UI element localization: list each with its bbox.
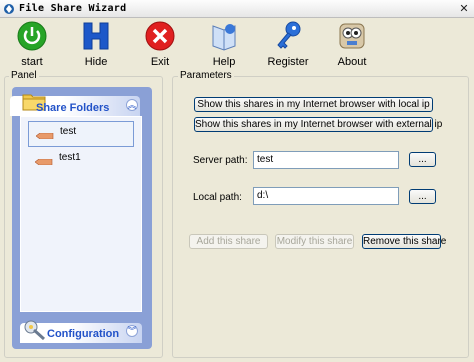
register-button[interactable]: Register: [260, 18, 316, 70]
exit-x-icon: [145, 21, 175, 51]
about-owl-icon: [339, 23, 365, 49]
close-icon[interactable]: ✕: [457, 2, 471, 16]
help-label: Help: [212, 56, 236, 68]
modify-share-button[interactable]: Modify this share: [275, 234, 354, 249]
register-key-icon: [277, 21, 301, 49]
hide-button[interactable]: Hide: [68, 18, 124, 70]
exit-label: Exit: [150, 56, 170, 68]
start-button[interactable]: start: [4, 18, 60, 70]
hide-label: Hide: [84, 56, 108, 68]
server-path-browse-button[interactable]: ...: [409, 152, 436, 167]
share-folders-title: Share Folders: [36, 102, 110, 114]
toolbar: start Hide Exit Help Register About: [0, 18, 474, 70]
title-bar: File Share Wizard ✕: [0, 0, 474, 18]
panel-caption: Panel: [9, 70, 39, 81]
parameters-caption: Parameters: [178, 70, 234, 81]
server-path-label: Server path:: [193, 155, 248, 166]
remove-share-button[interactable]: Remove this share: [362, 234, 446, 249]
local-path-field[interactable]: d:\: [253, 187, 399, 205]
share-pencil-icon: [35, 159, 53, 165]
expand-chevron-icon[interactable]: ︾: [126, 325, 138, 337]
wrench-icon: [24, 320, 46, 340]
share-item-label: test: [60, 126, 77, 137]
exit-button[interactable]: Exit: [132, 18, 188, 70]
server-path-field[interactable]: test: [253, 151, 399, 169]
share-item[interactable]: test: [28, 121, 134, 147]
about-label: About: [337, 56, 367, 68]
app-icon: [4, 4, 14, 14]
hide-h-icon: [83, 22, 109, 50]
share-item[interactable]: test1: [28, 148, 134, 174]
share-item-label: test1: [59, 152, 81, 163]
start-label: start: [21, 56, 43, 68]
window-title: File Share Wizard: [19, 3, 127, 14]
configuration-title: Configuration: [47, 328, 120, 340]
local-path-label: Local path:: [193, 192, 242, 203]
collapse-chevron-icon[interactable]: ︽: [126, 99, 138, 111]
show-external-ip-button[interactable]: Show this shares in my Internet browser …: [194, 117, 442, 132]
power-icon: [17, 21, 47, 51]
show-local-ip-button[interactable]: Show this shares in my Internet browser …: [194, 97, 433, 112]
help-button[interactable]: Help: [196, 18, 252, 70]
register-label: Register: [267, 56, 309, 68]
local-path-browse-button[interactable]: ...: [409, 189, 436, 204]
about-button[interactable]: About: [324, 18, 380, 70]
help-book-icon: [212, 24, 236, 51]
add-share-button[interactable]: Add this share: [189, 234, 268, 249]
share-pencil-icon: [36, 133, 54, 139]
